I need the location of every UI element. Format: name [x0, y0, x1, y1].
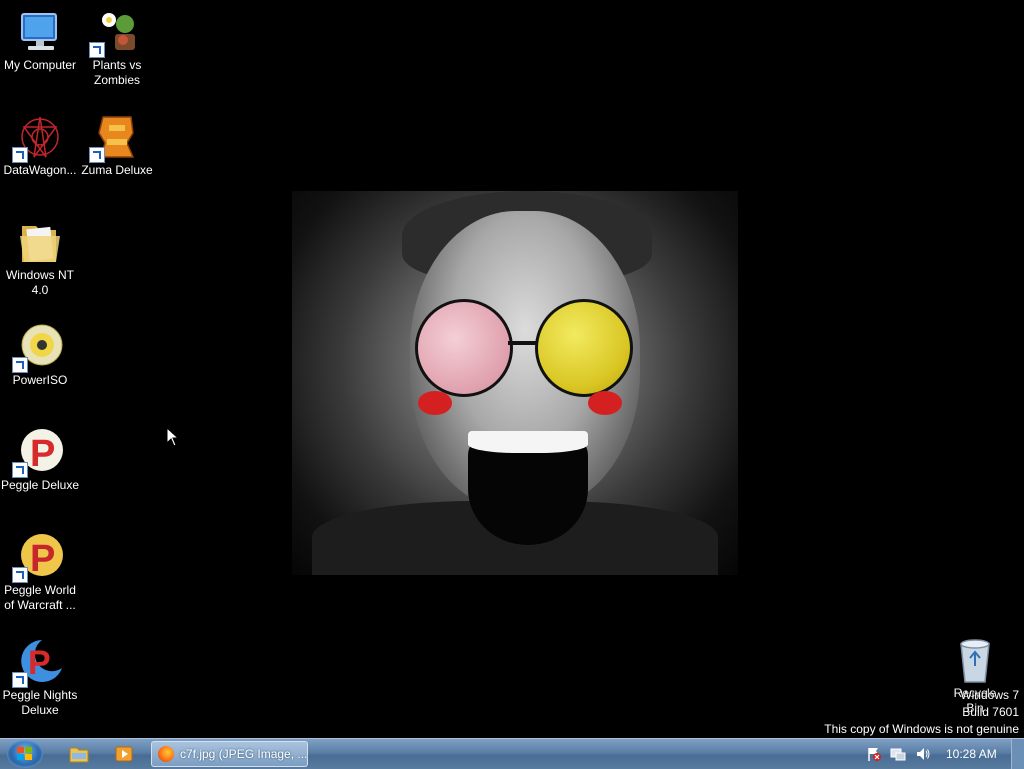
right-blush	[588, 391, 622, 415]
svg-text:P: P	[30, 433, 55, 475]
network-icon[interactable]	[890, 746, 906, 762]
desktop-icon-peggle-world-of-warcraft[interactable]: P Peggle World of Warcraft ...	[0, 533, 80, 613]
peggle-icon: P	[12, 428, 64, 478]
desktop-icon-label: Zuma Deluxe	[81, 163, 153, 177]
computer-icon	[16, 8, 64, 56]
plants-vs-zombies-icon	[89, 8, 141, 58]
desktop-icon-zuma-deluxe[interactable]: Zuma Deluxe	[77, 113, 157, 178]
desktop-icon-peggle-deluxe[interactable]: P Peggle Deluxe	[0, 428, 80, 493]
peggle-nights-icon: P	[12, 638, 64, 688]
taskbar: c7f.jpg (JPEG Image, ... 10:28 AM	[0, 738, 1024, 769]
desktop-icon-plants-vs-zombies[interactable]: Plants vs Zombies	[77, 8, 157, 88]
desktop-icon-windows-nt-folder[interactable]: Windows NT 4.0	[0, 218, 80, 298]
folder-icon	[16, 218, 64, 266]
desktop-icon-label: My Computer	[3, 58, 77, 72]
windows-not-genuine-watermark: Windows 7 Build 7601 This copy of Window…	[824, 687, 1019, 738]
desktop-icon-datawagon[interactable]: DataWagon...	[0, 113, 80, 178]
firefox-icon	[158, 746, 174, 762]
yellow-lens	[535, 299, 633, 397]
peggle-icon: P	[12, 533, 64, 583]
shortcut-arrow-icon	[12, 672, 28, 688]
svg-text:P: P	[28, 644, 51, 682]
media-player-icon[interactable]	[113, 744, 135, 764]
taskbar-window-button[interactable]: c7f.jpg (JPEG Image, ...	[151, 741, 308, 767]
desktop-icon-label: Peggle World of Warcraft ...	[4, 583, 76, 612]
pink-lens	[415, 299, 513, 397]
shortcut-arrow-icon	[89, 147, 105, 163]
desktop-icon-my-computer[interactable]: My Computer	[0, 8, 80, 73]
shortcut-arrow-icon	[12, 567, 28, 583]
left-blush	[418, 391, 452, 415]
desktop-icon-label: Plants vs Zombies	[92, 58, 142, 87]
desktop-icon-label: Windows NT 4.0	[5, 268, 74, 297]
shortcut-arrow-icon	[12, 357, 28, 373]
desktop-icon-label: DataWagon...	[3, 163, 77, 177]
watermark-build-line: Build 7601	[962, 705, 1019, 719]
windows-explorer-icon[interactable]	[68, 744, 90, 764]
action-center-flag-icon[interactable]	[866, 746, 882, 762]
svg-text:P: P	[30, 538, 55, 580]
recycle-bin-icon	[951, 636, 999, 684]
desktop-icon-label: Peggle Deluxe	[0, 478, 80, 492]
desktop-wallpaper-image	[292, 191, 738, 575]
watermark-genuine-line: This copy of Windows is not genuine	[824, 722, 1019, 736]
taskbar-window-title: c7f.jpg (JPEG Image, ...	[180, 747, 308, 761]
poweriso-disc-icon	[12, 323, 64, 373]
shortcut-arrow-icon	[89, 42, 105, 58]
datawagon-icon	[12, 113, 64, 163]
taskbar-clock[interactable]: 10:28 AM	[946, 747, 997, 761]
show-desktop-button[interactable]	[1011, 739, 1024, 769]
start-button[interactable]	[7, 740, 43, 768]
shortcut-arrow-icon	[12, 147, 28, 163]
mouse-cursor-icon	[166, 426, 180, 447]
volume-icon[interactable]	[915, 746, 931, 762]
zuma-deluxe-icon	[89, 113, 141, 163]
teeth	[468, 431, 588, 453]
desktop-icon-peggle-nights-deluxe[interactable]: P Peggle Nights Deluxe	[0, 638, 80, 718]
glasses-bridge	[508, 341, 536, 345]
watermark-os-line: Windows 7	[960, 688, 1019, 702]
shortcut-arrow-icon	[12, 462, 28, 478]
desktop-icon-poweriso[interactable]: PowerISO	[0, 323, 80, 388]
windows-start-orb-icon	[17, 747, 33, 761]
desktop[interactable]: My Computer Plants vs Zombies DataWagon.…	[0, 0, 1024, 738]
desktop-icon-label: PowerISO	[12, 373, 68, 387]
desktop-icon-label: Peggle Nights Deluxe	[2, 688, 78, 717]
